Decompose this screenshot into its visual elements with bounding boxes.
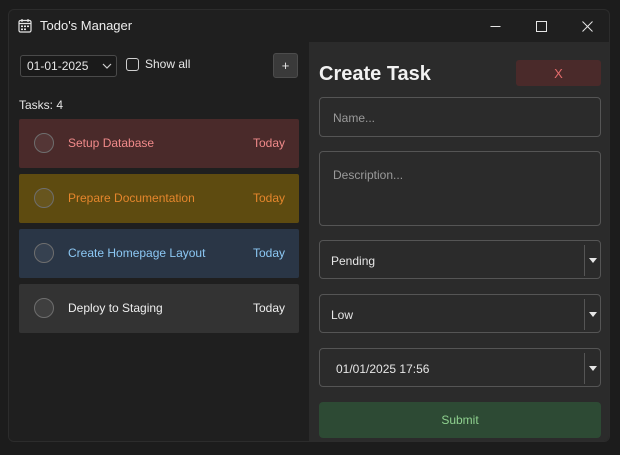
task-item[interactable]: Setup Database Today: [19, 119, 299, 168]
task-due: Today: [252, 191, 285, 205]
datetime-picker[interactable]: 01/01/2025 17:56: [319, 348, 601, 387]
name-placeholder: Name...: [333, 111, 376, 125]
maximize-button[interactable]: [518, 10, 564, 42]
close-window-button[interactable]: [564, 10, 609, 42]
task-name: Deploy to Staging: [68, 301, 163, 315]
status-dropdown-button[interactable]: [584, 245, 600, 276]
description-placeholder: Description...: [333, 168, 404, 182]
date-filter-value: 01-01-2025: [27, 59, 89, 73]
calendar-icon: [18, 19, 32, 33]
minimize-icon: [490, 25, 500, 27]
caret-down-icon: [588, 312, 597, 317]
show-all-toggle[interactable]: Show all: [126, 57, 190, 71]
minimize-button[interactable]: [472, 10, 518, 42]
task-due: Today: [252, 301, 285, 315]
complete-toggle[interactable]: [34, 188, 54, 208]
name-input[interactable]: Name...: [319, 97, 601, 137]
description-input[interactable]: Description...: [319, 151, 601, 226]
task-item[interactable]: Create Homepage Layout Today: [19, 229, 299, 278]
title-bar: Todo's Manager: [9, 10, 609, 42]
window-title: Todo's Manager: [40, 18, 133, 33]
show-all-label: Show all: [145, 57, 191, 71]
datetime-value: 01/01/2025 17:56: [336, 362, 430, 376]
task-due: Today: [252, 136, 285, 150]
task-item[interactable]: Prepare Documentation Today: [19, 174, 299, 223]
complete-toggle[interactable]: [34, 298, 54, 318]
task-name: Create Homepage Layout: [68, 246, 206, 260]
app-window: Todo's Manager 01-01-2025 Show all + Tas…: [8, 9, 610, 442]
status-value: Pending: [331, 254, 376, 268]
submit-button[interactable]: Submit: [319, 402, 601, 438]
priority-value: Low: [331, 308, 354, 322]
close-icon: [581, 20, 593, 32]
status-select[interactable]: Pending: [319, 240, 601, 279]
form-title: Create Task: [319, 63, 431, 85]
add-task-button[interactable]: +: [273, 53, 298, 78]
task-name: Setup Database: [68, 136, 155, 150]
maximize-icon: [535, 20, 547, 32]
chevron-down-icon: [102, 63, 112, 69]
complete-toggle[interactable]: [34, 133, 54, 153]
task-list-panel: 01-01-2025 Show all + Tasks: 4 Setup Dat…: [9, 42, 309, 441]
date-filter-select[interactable]: 01-01-2025: [20, 55, 117, 77]
task-count: Tasks: 4: [19, 98, 64, 112]
priority-dropdown-button[interactable]: [584, 299, 600, 330]
close-form-button[interactable]: X: [516, 60, 601, 86]
priority-select[interactable]: Low: [319, 294, 601, 333]
datetime-dropdown-button[interactable]: [584, 353, 600, 384]
complete-toggle[interactable]: [34, 243, 54, 263]
task-item[interactable]: Deploy to Staging Today: [19, 284, 299, 333]
task-name: Prepare Documentation: [68, 191, 195, 205]
caret-down-icon: [588, 366, 597, 371]
caret-down-icon: [588, 258, 597, 263]
create-task-panel: Create Task X Name... Description... Pen…: [309, 42, 609, 441]
show-all-checkbox[interactable]: [126, 57, 139, 71]
task-due: Today: [252, 246, 285, 260]
